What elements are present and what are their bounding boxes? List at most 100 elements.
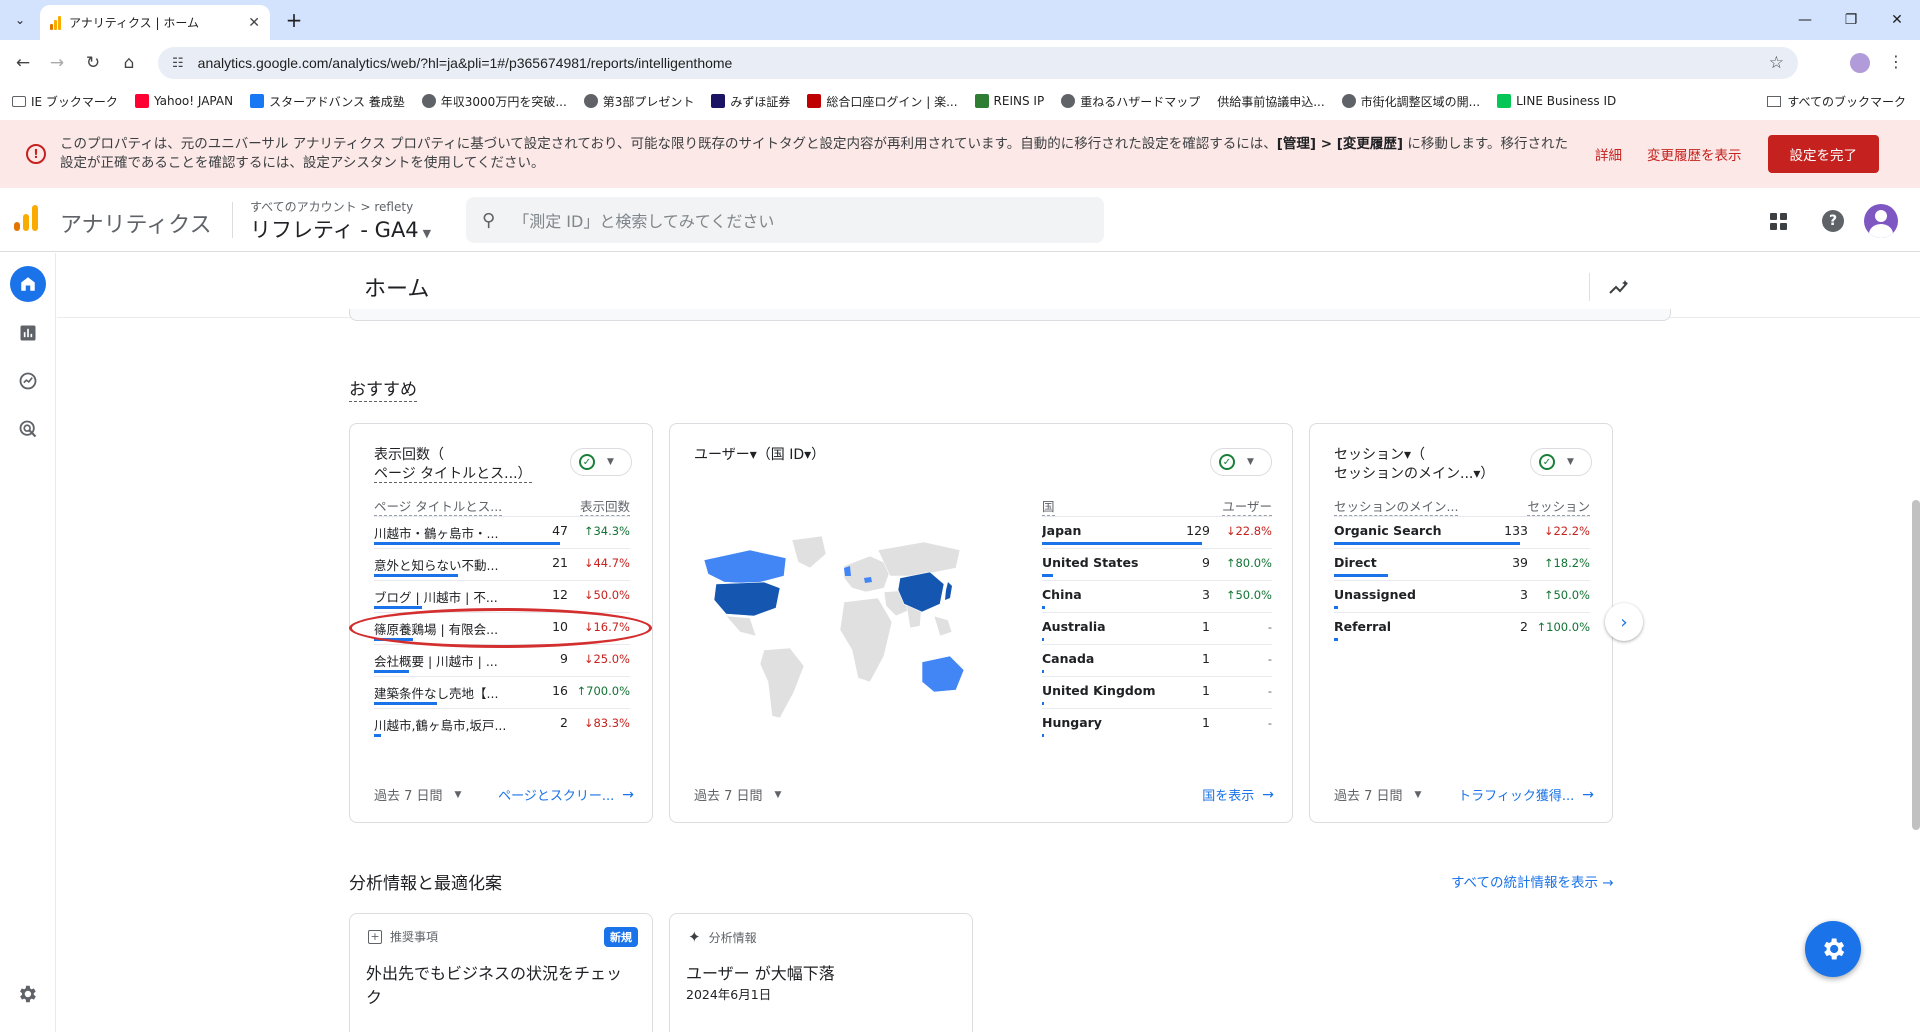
forward-arrow-icon[interactable]: → — [44, 50, 70, 76]
help-icon[interactable]: ? — [1822, 210, 1844, 232]
search-icon: ⚲ — [482, 209, 496, 231]
card-status-chip[interactable]: ✓ ▼ — [1210, 448, 1272, 476]
account-avatar[interactable] — [1864, 204, 1898, 238]
restore-window-icon[interactable]: ❐ — [1836, 8, 1866, 32]
table-row[interactable]: Organic Search 133 ↓22.2% — [1334, 516, 1590, 548]
nav-home-icon[interactable] — [10, 266, 46, 302]
bookmark-star-icon[interactable]: ☆ — [1769, 53, 1784, 73]
all-bookmarks-folder[interactable]: すべてのブックマーク — [1767, 93, 1906, 110]
arrow-right-icon[interactable]: → — [622, 787, 634, 803]
period-selector[interactable]: 過去 7 日間 — [1334, 785, 1403, 804]
details-link[interactable]: 詳細 — [1595, 144, 1622, 164]
row-share-bar — [1334, 574, 1388, 577]
table-row[interactable]: 会社概要 | 川越市 | ... 9 ↓25.0% — [374, 644, 630, 676]
period-selector[interactable]: 過去 7 日間 — [374, 785, 443, 804]
close-tab-icon[interactable]: ✕ — [248, 15, 260, 31]
table-row[interactable]: 川越市・鶴ヶ島市・... 47 ↑34.3% — [374, 516, 630, 548]
nav-explore-icon[interactable] — [10, 363, 46, 399]
row-value: 2 — [1520, 619, 1528, 634]
view-pages-link[interactable]: ページとスクリー... — [498, 785, 614, 804]
insights-trend-icon[interactable] — [1589, 273, 1649, 301]
card-title-line1: 表示回数（ — [374, 447, 444, 463]
chevron-down-icon: ▼ — [1567, 457, 1574, 467]
card-title[interactable]: ユーザー▾（国 ID▾） — [694, 446, 825, 465]
arrow-up-icon: ↑ — [1543, 556, 1554, 570]
back-arrow-icon[interactable]: ← — [10, 50, 36, 76]
minimize-window-icon[interactable]: — — [1790, 8, 1820, 32]
bookmark-item[interactable]: REINS IP — [974, 94, 1044, 108]
bookmark-item[interactable]: みずほ証券 — [711, 93, 790, 110]
chrome-menu-kebab-icon[interactable]: ⋮ — [1888, 52, 1904, 71]
table-row[interactable]: China 3 ↑50.0% — [1042, 580, 1272, 612]
browser-profile-avatar[interactable] — [1850, 53, 1870, 73]
table-rows: Japan 129 ↓22.8% United States 9 ↑80.0% China 3… — [1042, 516, 1272, 740]
card-title-line1[interactable]: セッション▾（ — [1334, 446, 1494, 465]
bookmark-item[interactable]: 市街化調整区域の開... — [1341, 93, 1480, 110]
browser-tab-active[interactable]: アナリティクス | ホーム ✕ — [40, 5, 270, 40]
tab-search-chevron-icon[interactable]: ⌄ — [8, 8, 32, 32]
row-change: ↓50.0% — [584, 588, 630, 602]
apps-grid-icon[interactable] — [1770, 213, 1787, 230]
complete-setup-button[interactable]: 設定を完了 — [1767, 135, 1879, 173]
bookmark-item[interactable]: 第3部プレゼント — [583, 93, 694, 110]
bookmark-item[interactable]: 重ねるハザードマップ — [1061, 93, 1200, 110]
period-selector[interactable]: 過去 7 日間 — [694, 785, 763, 804]
table-row[interactable]: Direct 39 ↑18.2% — [1334, 548, 1590, 580]
table-row[interactable]: United Kingdom 1 - — [1042, 676, 1272, 708]
admin-settings-gear-icon[interactable] — [16, 983, 38, 1009]
analytics-logo-icon[interactable] — [14, 205, 38, 231]
card-status-chip[interactable]: ✓ ▼ — [1530, 448, 1592, 476]
recommendation-card[interactable]: + 推奨事項 新規 外出先でもビジネスの状況をチェック — [349, 913, 653, 1032]
url-text[interactable]: analytics.google.com/analytics/web/?hl=j… — [198, 55, 1769, 71]
bookmark-item[interactable]: 総合口座ログイン | 楽... — [807, 93, 958, 110]
bookmark-item[interactable]: IE ブックマーク — [12, 93, 118, 110]
new-tab-plus-icon[interactable]: + — [282, 8, 306, 32]
home-icon[interactable]: ⌂ — [116, 50, 142, 76]
reload-icon[interactable]: ↻ — [80, 50, 106, 76]
bookmark-item[interactable]: スターアドバンス 養成塾 — [250, 93, 405, 110]
bookmark-item[interactable]: LINE Business ID — [1497, 94, 1616, 108]
card-status-chip[interactable]: ✓ ▼ — [570, 448, 632, 476]
nav-advertising-icon[interactable] — [10, 411, 46, 447]
arrow-right-icon[interactable]: → — [1582, 787, 1594, 803]
bookmark-item[interactable]: Yahoo! JAPAN — [134, 94, 233, 108]
table-row[interactable]: Canada 1 - — [1042, 644, 1272, 676]
site-settings-icon[interactable]: ☷ — [172, 56, 184, 71]
chevron-down-icon[interactable]: ▼ — [455, 790, 462, 800]
address-bar[interactable]: ☷ analytics.google.com/analytics/web/?hl… — [158, 47, 1798, 79]
bookmark-label: 総合口座ログイン | 楽... — [826, 94, 958, 109]
arrow-right-icon[interactable]: → — [1262, 787, 1274, 803]
bookmark-item[interactable]: 年収3000万円を突破... — [421, 93, 567, 110]
table-row[interactable]: Unassigned 3 ↑50.0% — [1334, 580, 1590, 612]
row-share-bar — [1042, 702, 1044, 705]
page-scrollbar[interactable] — [1912, 500, 1920, 830]
nav-reports-icon[interactable] — [10, 315, 46, 351]
account-breadcrumb[interactable]: すべてのアカウント > reflety — [250, 198, 413, 215]
card-title-line2[interactable]: セッションのメイン...▾） — [1334, 465, 1494, 484]
view-countries-link[interactable]: 国を表示 — [1202, 785, 1254, 804]
property-selector[interactable]: リフレティ - GA4 ▼ — [250, 214, 431, 244]
view-change-history-link[interactable]: 変更履歴を表示 — [1647, 144, 1742, 164]
view-all-insights-link[interactable]: すべての統計情報を表示 → — [1451, 871, 1614, 891]
table-row[interactable]: Japan 129 ↓22.8% — [1042, 516, 1272, 548]
close-window-icon[interactable]: ✕ — [1882, 8, 1912, 32]
next-cards-chevron-right-icon[interactable]: › — [1605, 603, 1643, 641]
table-row[interactable]: Australia 1 - — [1042, 612, 1272, 644]
search-box[interactable]: ⚲ 「測定 ID」と検索してみてください — [466, 197, 1104, 243]
chevron-down-icon[interactable]: ▼ — [775, 790, 782, 800]
table-row[interactable]: 建築条件なし売地【... 16 ↑700.0% — [374, 676, 630, 708]
bookmark-item[interactable]: 供給事前協議申込... — [1217, 93, 1324, 110]
row-label: Referral — [1334, 619, 1392, 634]
table-row[interactable]: 川越市,鶴ヶ島市,坂戸... 2 ↓83.3% — [374, 708, 630, 740]
insight-card[interactable]: ✦ 分析情報 ユーザー が大幅下落 2024年6月1日 — [669, 913, 973, 1032]
world-map[interactable] — [694, 532, 964, 722]
settings-assistant-fab-icon[interactable] — [1805, 921, 1861, 977]
table-row[interactable]: Referral 2 ↑100.0% — [1334, 612, 1590, 644]
card-title-line2[interactable]: ページ タイトルとス...） — [374, 466, 532, 483]
table-row[interactable]: Hungary 1 - — [1042, 708, 1272, 740]
chevron-down-icon[interactable]: ▼ — [1415, 790, 1422, 800]
table-row[interactable]: United States 9 ↑80.0% — [1042, 548, 1272, 580]
view-traffic-acquisition-link[interactable]: トラフィック獲得... — [1458, 785, 1574, 804]
row-value: 9 — [560, 651, 568, 666]
table-row[interactable]: 意外と知らない不動... 21 ↓44.7% — [374, 548, 630, 580]
